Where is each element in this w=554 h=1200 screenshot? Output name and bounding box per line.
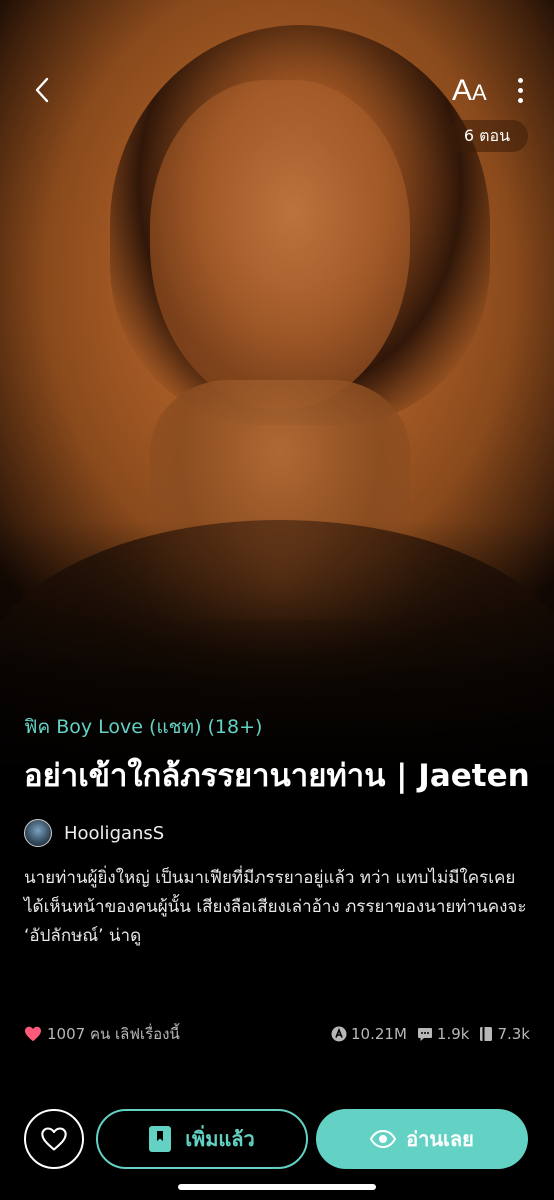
- bookmarks-count: 7.3k: [497, 1025, 530, 1043]
- eye-icon: [370, 1130, 397, 1148]
- comments-count: 1.9k: [436, 1025, 470, 1043]
- bookmarks-stat: 7.3k: [479, 1025, 530, 1043]
- font-size-label-big: A: [452, 74, 473, 107]
- bookmark-icon: [149, 1126, 172, 1152]
- story-title: อย่าเข้าใกล้ภรรยานายท่าน | Jaeten: [24, 758, 530, 794]
- more-vertical-icon-dot: [517, 97, 523, 103]
- comment-icon: [417, 1028, 432, 1041]
- story-category[interactable]: ฟิค Boy Love (แชท) (18+): [24, 712, 534, 742]
- views-icon: [331, 1026, 347, 1042]
- read-label: อ่านเลย: [406, 1127, 474, 1151]
- comments-stat: 1.9k: [417, 1025, 470, 1043]
- home-indicator[interactable]: [178, 1184, 376, 1190]
- heart-icon: [25, 1026, 41, 1042]
- more-options-button[interactable]: [508, 74, 532, 106]
- cover-figure-face: [150, 80, 410, 410]
- book-icon: [480, 1027, 493, 1041]
- views-count: 10.21M: [351, 1025, 407, 1043]
- stats-row: 1007 คน เลิฟเรื่องนี้ 10.21M 1.9k 7.3k: [24, 1022, 530, 1046]
- cover-figure-neck: [150, 380, 410, 620]
- episodes-badge[interactable]: 6 ตอน: [446, 120, 528, 152]
- back-arrow-icon: [35, 77, 49, 103]
- favorite-button[interactable]: [24, 1109, 84, 1169]
- top-bar: AA: [0, 60, 554, 120]
- back-button[interactable]: [24, 72, 60, 108]
- added-label: เพิ่มแล้ว: [185, 1127, 255, 1151]
- views-stat: 10.21M: [331, 1025, 407, 1043]
- heart-icon: [41, 1127, 67, 1151]
- likes-stat: 1007 คน เลิฟเรื่องนี้: [24, 1022, 180, 1046]
- author-name[interactable]: HooligansS: [64, 823, 164, 844]
- font-size-button[interactable]: AA: [452, 74, 487, 107]
- added-to-library-button[interactable]: เพิ่มแล้ว: [96, 1109, 308, 1169]
- story-info: ฟิค Boy Love (แชท) (18+) อย่าเข้าใกล้ภรร…: [24, 712, 534, 951]
- more-vertical-icon: [517, 77, 523, 83]
- read-now-button[interactable]: อ่านเลย: [316, 1109, 528, 1169]
- counts-group: 10.21M 1.9k 7.3k: [331, 1025, 530, 1043]
- action-bar: เพิ่มแล้ว อ่านเลย: [0, 1108, 554, 1170]
- avatar[interactable]: [24, 819, 52, 847]
- more-vertical-icon-dot: [517, 87, 523, 93]
- author-row[interactable]: HooligansS: [24, 818, 534, 848]
- story-synopsis: นายท่านผู้ยิ่งใหญ่ เป็นมาเฟียที่มีภรรยาอ…: [24, 868, 527, 946]
- likes-text: 1007 คน เลิฟเรื่องนี้: [47, 1025, 180, 1043]
- font-size-label-small: A: [472, 80, 487, 105]
